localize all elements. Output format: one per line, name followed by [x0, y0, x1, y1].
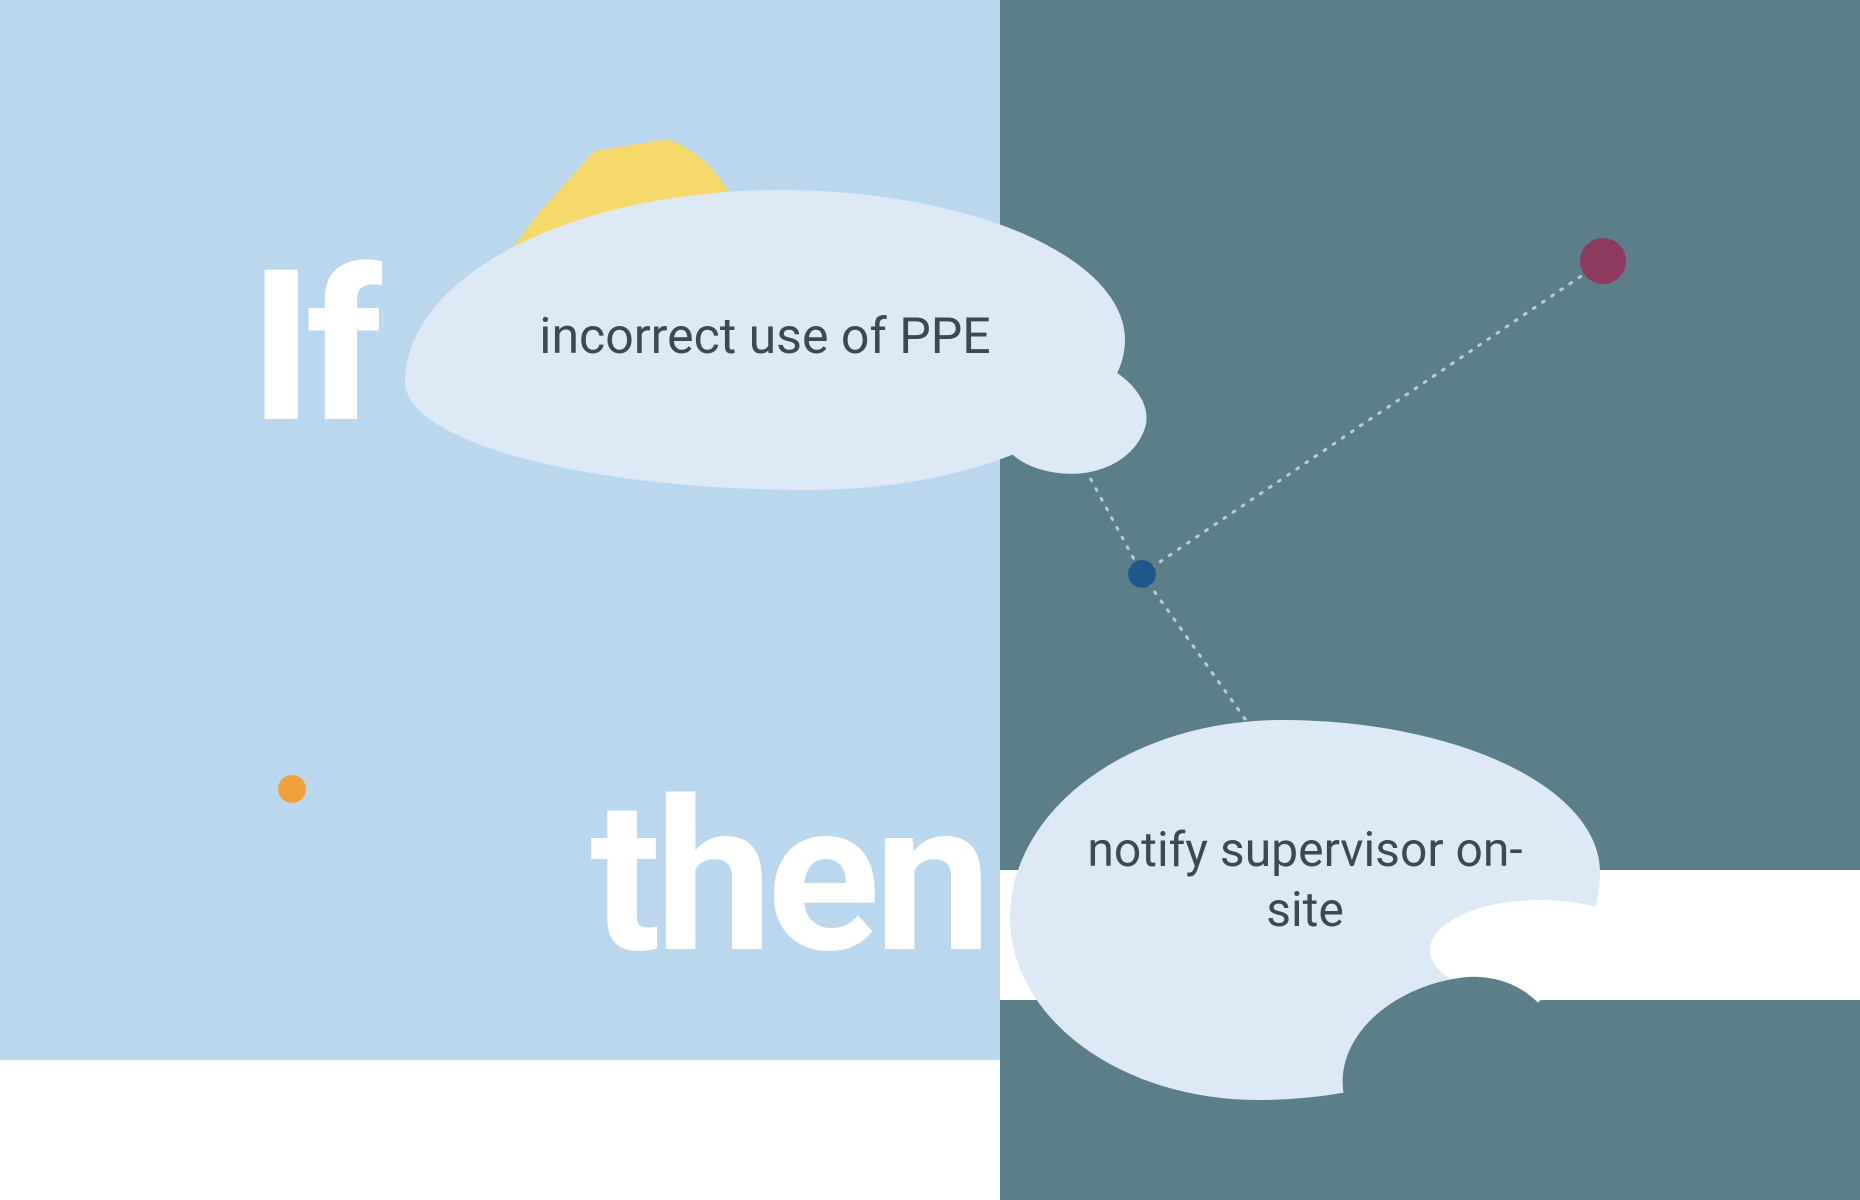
action-text: notify supervisor on-site	[1010, 820, 1600, 940]
action-blob: notify supervisor on-site	[1010, 720, 1600, 1100]
dot-maroon-icon	[1580, 238, 1626, 284]
dot-orange-icon	[278, 775, 306, 803]
condition-text: incorrect use of PPE	[405, 308, 1125, 366]
dot-blue-icon	[1128, 560, 1156, 588]
label-if: If	[250, 225, 376, 471]
diagram-stage: If then incorrect use of PPE notify supe…	[0, 0, 1860, 1200]
label-then: then	[590, 755, 986, 1001]
